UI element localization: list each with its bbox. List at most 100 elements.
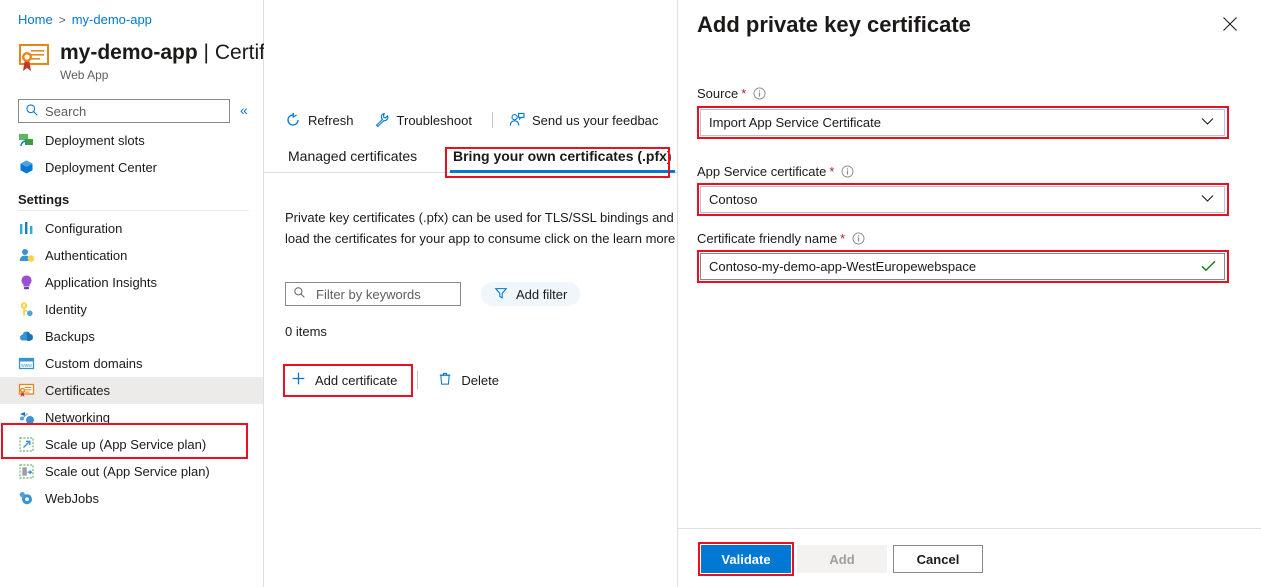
breadcrumb: Home > my-demo-app: [18, 12, 152, 27]
add-certificate-label: Add certificate: [315, 373, 397, 388]
sidebar-item-label: Backups: [45, 329, 95, 344]
sidebar-item-deployment-slots[interactable]: Deployment slots: [0, 127, 263, 154]
sidebar-group-settings: Settings: [0, 192, 263, 207]
sidebar-item-authentication[interactable]: Authentication: [0, 242, 263, 269]
source-label: Source *: [697, 86, 766, 101]
app-service-certificate-select[interactable]: Contoso: [700, 186, 1225, 213]
scale-up-icon: [18, 436, 35, 453]
certificate-friendly-name-value: Contoso-my-demo-app-WestEuropewebspace: [709, 259, 1201, 274]
troubleshoot-label: Troubleshoot: [397, 113, 472, 128]
sidebar-item-application-insights[interactable]: Application Insights: [0, 269, 263, 296]
custom-domains-icon: www: [18, 355, 35, 372]
filter-keywords-box[interactable]: [285, 282, 461, 306]
source-select[interactable]: Import App Service Certificate: [700, 109, 1225, 136]
deployment-slots-icon: [18, 132, 35, 149]
sidebar-item-label: Deployment Center: [45, 160, 157, 175]
valid-check-icon: [1201, 259, 1216, 275]
certificate-friendly-name-label-text: Certificate friendly name: [697, 231, 837, 246]
sidebar-search[interactable]: [18, 99, 230, 123]
delete-button[interactable]: Delete: [432, 365, 505, 395]
left-navigation-column: Home > my-demo-app my-demo-app | Certifica…: [0, 0, 264, 587]
app-service-certificate-value: Contoso: [709, 192, 1201, 207]
plus-icon: [291, 371, 306, 389]
collapse-sidebar-button[interactable]: «: [240, 101, 248, 119]
certificate-friendly-name-label: Certificate friendly name *: [697, 231, 865, 246]
info-icon[interactable]: [841, 165, 854, 178]
certificate-friendly-name-input[interactable]: Contoso-my-demo-app-WestEuropewebspace: [700, 253, 1225, 280]
authentication-icon: [18, 247, 35, 264]
cancel-button[interactable]: Cancel: [893, 545, 983, 573]
app-service-certificate-label: App Service certificate *: [697, 164, 854, 179]
sidebar-item-label: Scale up (App Service plan): [45, 437, 206, 452]
info-icon[interactable]: [852, 232, 865, 245]
sidebar-item-networking[interactable]: Networking: [0, 404, 263, 431]
breadcrumb-separator: >: [59, 13, 66, 27]
source-label-text: Source: [697, 86, 738, 101]
sidebar-item-certificates[interactable]: Certificates: [0, 377, 263, 404]
scale-out-icon: [18, 463, 35, 480]
app-service-certificate-label-text: App Service certificate: [697, 164, 826, 179]
sidebar-item-label: Custom domains: [45, 356, 143, 371]
sidebar-item-label: Identity: [45, 302, 87, 317]
sidebar-nav-list: Deployment slots Deployment Center Setti…: [0, 127, 263, 512]
page-title-resource: my-demo-app: [60, 41, 198, 64]
sidebar-item-deployment-center[interactable]: Deployment Center: [0, 154, 263, 181]
add-filter-label: Add filter: [516, 287, 567, 302]
required-asterisk: *: [829, 164, 834, 179]
sidebar-item-identity[interactable]: Identity: [0, 296, 263, 323]
required-asterisk: *: [741, 86, 746, 101]
chevron-down-icon: [1201, 194, 1214, 206]
identity-icon: [18, 301, 35, 318]
azure-portal-screen: Home > my-demo-app my-demo-app | Certifica…: [0, 0, 1261, 587]
page-title-divider: |: [204, 41, 209, 64]
send-feedback-label: Send us your feedbac: [532, 113, 658, 128]
add-filter-button[interactable]: Add filter: [481, 282, 580, 306]
sidebar-item-label: Application Insights: [45, 275, 157, 290]
info-icon[interactable]: [753, 87, 766, 100]
sidebar-item-label: Authentication: [45, 248, 127, 263]
configuration-icon: [18, 220, 35, 237]
sidebar-item-custom-domains[interactable]: www Custom domains: [0, 350, 263, 377]
send-feedback-button[interactable]: Send us your feedbac: [509, 112, 658, 128]
sidebar-item-scale-up[interactable]: Scale up (App Service plan): [0, 431, 263, 458]
svg-text:www: www: [21, 363, 32, 369]
backups-icon: [18, 328, 35, 345]
panel-footer: Validate Add Cancel: [678, 528, 1261, 587]
breadcrumb-home[interactable]: Home: [18, 12, 53, 27]
breadcrumb-my-demo-app[interactable]: my-demo-app: [72, 12, 152, 27]
filter-keywords-input[interactable]: [306, 286, 460, 303]
items-count: 0 items: [285, 324, 327, 339]
close-icon[interactable]: [1222, 16, 1238, 32]
add-private-key-certificate-panel: Add private key certificate Source * Imp…: [677, 0, 1261, 587]
sidebar-item-backups[interactable]: Backups: [0, 323, 263, 350]
search-input[interactable]: [39, 103, 229, 120]
tab-managed-certificates[interactable]: Managed certificates: [285, 140, 420, 172]
tab-label: Managed certificates: [288, 148, 417, 164]
required-asterisk: *: [840, 231, 845, 246]
trash-icon: [438, 371, 452, 389]
tab-bring-your-own-certificates[interactable]: Bring your own certificates (.pfx): [450, 140, 675, 172]
certificate-icon: [18, 42, 52, 74]
sidebar-item-webjobs[interactable]: WebJobs: [0, 485, 263, 512]
sidebar-item-scale-out[interactable]: Scale out (App Service plan): [0, 458, 263, 485]
sidebar-item-label: Certificates: [45, 383, 110, 398]
refresh-button[interactable]: Refresh: [285, 112, 354, 128]
source-value: Import App Service Certificate: [709, 115, 1201, 130]
filter-row: Add filter: [285, 282, 580, 306]
webjobs-icon: [18, 490, 35, 507]
validate-button[interactable]: Validate: [701, 545, 791, 573]
tab-label: Bring your own certificates (.pfx): [453, 148, 672, 164]
chevron-down-icon: [1201, 117, 1214, 129]
certificates-icon: [18, 382, 35, 399]
feedback-person-icon: [509, 112, 525, 128]
add-button: Add: [797, 545, 887, 573]
add-certificate-button[interactable]: Add certificate: [285, 365, 403, 395]
wrench-icon: [374, 112, 390, 128]
description-line-2: load the certificates for your app to co…: [285, 228, 677, 249]
sidebar-item-label: Scale out (App Service plan): [45, 464, 210, 479]
filter-funnel-icon: [494, 286, 508, 303]
sidebar-item-configuration[interactable]: Configuration: [0, 215, 263, 242]
search-icon: [25, 103, 39, 120]
command-divider: [417, 371, 418, 389]
troubleshoot-button[interactable]: Troubleshoot: [374, 112, 472, 128]
